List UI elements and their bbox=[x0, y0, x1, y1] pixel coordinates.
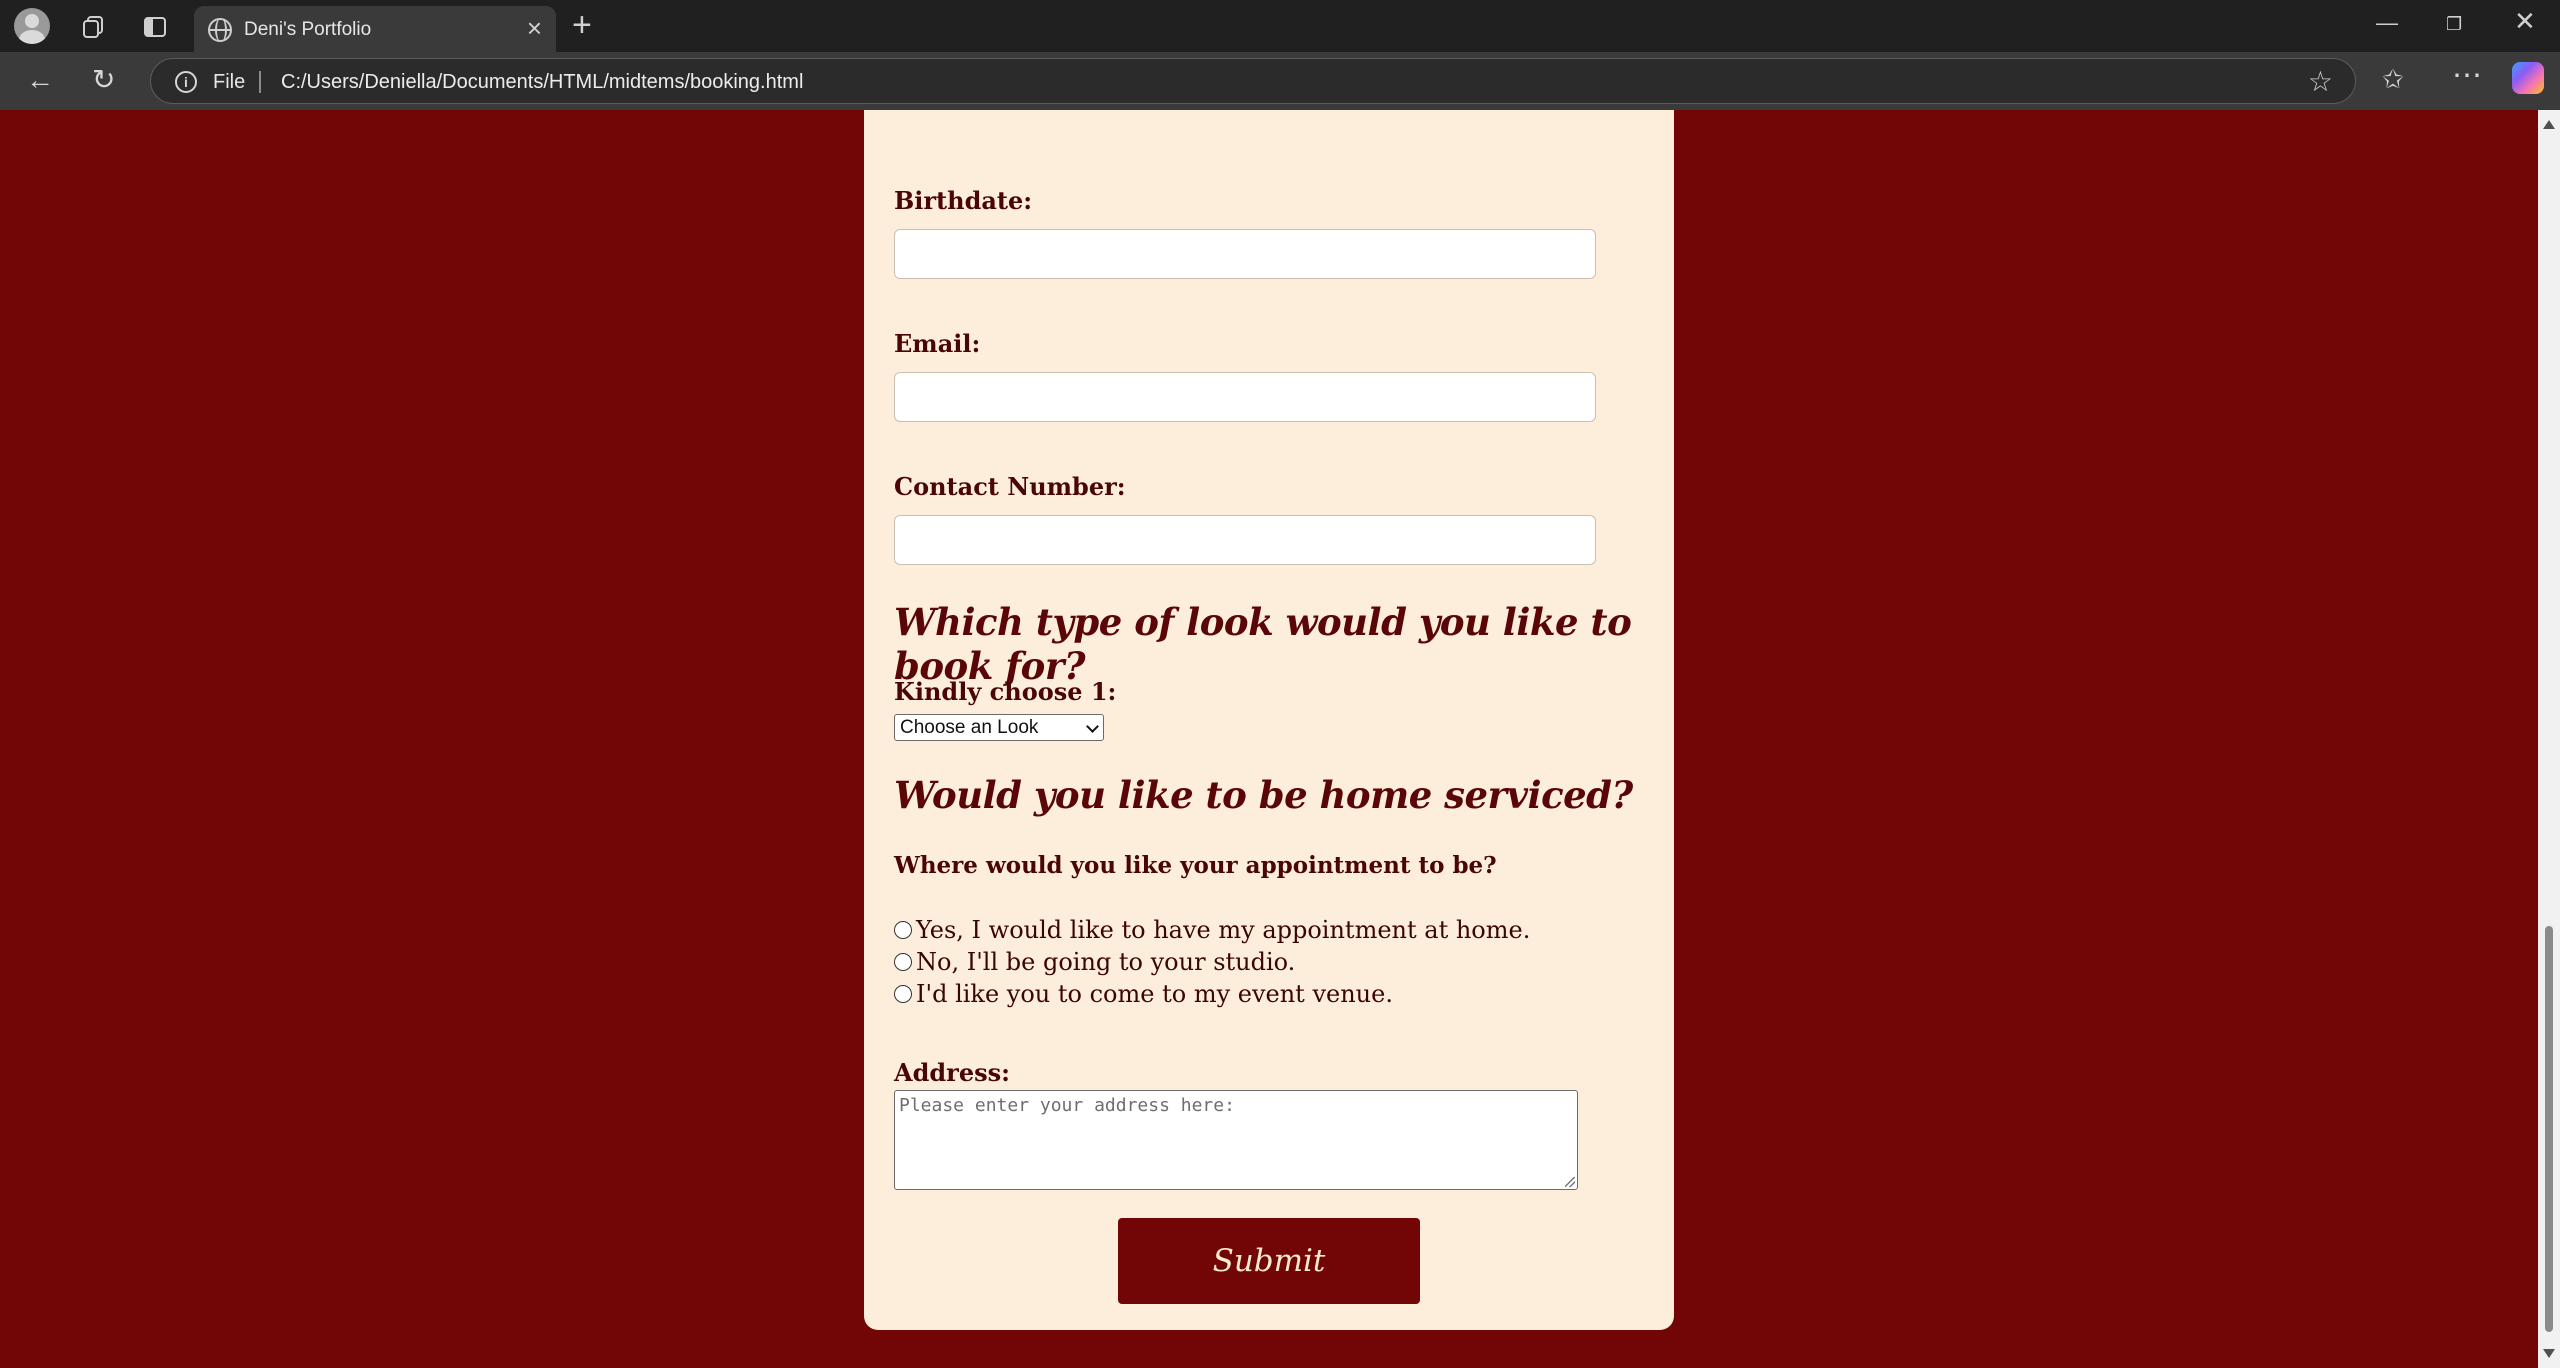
browser-toolbar: ← ↻ i File C:/Users/Deniella/Documents/H… bbox=[0, 52, 2560, 110]
home-service-heading: Would you like to be home serviced? bbox=[894, 773, 1633, 817]
address-bar[interactable]: i File C:/Users/Deniella/Documents/HTML/… bbox=[150, 58, 2356, 104]
scrollbar-thumb[interactable] bbox=[2545, 926, 2553, 1332]
email-input[interactable] bbox=[894, 372, 1596, 422]
info-icon[interactable]: i bbox=[175, 71, 197, 93]
minimize-icon[interactable]: — bbox=[2376, 10, 2398, 36]
radio-option-home[interactable]: Yes, I would like to have my appointment… bbox=[894, 916, 1530, 944]
browser-tab-bar: Deni's Portfolio × + — ❐ ✕ bbox=[0, 0, 2560, 52]
vertical-tabs-icon[interactable] bbox=[138, 10, 172, 44]
radio-label-home[interactable]: Yes, I would like to have my appointment… bbox=[916, 916, 1530, 944]
scroll-down-icon[interactable] bbox=[2543, 1349, 2555, 1358]
tab-title: Deni's Portfolio bbox=[244, 19, 372, 40]
refresh-icon[interactable]: ↻ bbox=[92, 64, 115, 96]
active-tab[interactable]: Deni's Portfolio × bbox=[194, 6, 556, 52]
back-icon[interactable]: ← bbox=[26, 64, 54, 96]
submit-label: Submit bbox=[1212, 1243, 1326, 1279]
radio-button[interactable] bbox=[894, 953, 912, 971]
radio-label-studio[interactable]: No, I'll be going to your studio. bbox=[916, 948, 1295, 976]
submit-button[interactable]: Submit bbox=[1118, 1218, 1420, 1304]
address-scheme: File bbox=[213, 71, 246, 93]
url-text[interactable]: C:/Users/Deniella/Documents/HTML/midtems… bbox=[281, 71, 803, 94]
radio-option-venue[interactable]: I'd like you to come to my event venue. bbox=[894, 980, 1393, 1008]
radio-button[interactable] bbox=[894, 985, 912, 1003]
new-tab-icon[interactable]: + bbox=[572, 6, 592, 45]
favorites-icon[interactable]: ✩ bbox=[2382, 64, 2404, 95]
address-textarea[interactable]: Please enter your address here: bbox=[894, 1090, 1578, 1190]
look-select-value: Choose an Look bbox=[900, 717, 1039, 738]
appointment-question: Where would you like your appointment to… bbox=[894, 852, 1497, 879]
address-placeholder: Please enter your address here: bbox=[899, 1095, 1235, 1116]
close-tab-icon[interactable]: × bbox=[527, 15, 542, 41]
restore-icon[interactable]: ❐ bbox=[2446, 14, 2462, 35]
address-divider bbox=[259, 71, 261, 93]
page-viewport: Birthdate: Email: Contact Number: Which … bbox=[0, 110, 2560, 1368]
copilot-icon[interactable] bbox=[2512, 62, 2544, 94]
radio-option-studio[interactable]: No, I'll be going to your studio. bbox=[894, 948, 1295, 976]
contact-number-label: Contact Number: bbox=[894, 472, 1126, 501]
look-heading: Which type of look would you like to boo… bbox=[894, 600, 1632, 688]
favorite-star-icon[interactable]: ☆ bbox=[2308, 65, 2333, 98]
look-select[interactable]: Choose an Look bbox=[894, 714, 1104, 741]
vertical-scrollbar[interactable] bbox=[2538, 110, 2560, 1368]
profile-avatar-icon[interactable] bbox=[14, 8, 50, 44]
close-window-icon[interactable]: ✕ bbox=[2514, 6, 2536, 37]
collections-icon[interactable] bbox=[76, 10, 110, 44]
resize-handle-icon[interactable] bbox=[1565, 1177, 1575, 1187]
radio-label-venue[interactable]: I'd like you to come to my event venue. bbox=[916, 980, 1393, 1008]
globe-icon bbox=[208, 18, 232, 42]
birthdate-label: Birthdate: bbox=[894, 186, 1033, 215]
radio-button[interactable] bbox=[894, 921, 912, 939]
more-options-icon[interactable]: ⋯ bbox=[2452, 58, 2482, 93]
contact-number-input[interactable] bbox=[894, 515, 1596, 565]
chevron-down-icon bbox=[1086, 720, 1099, 733]
address-label: Address: bbox=[894, 1058, 1010, 1087]
birthdate-input[interactable] bbox=[894, 229, 1596, 279]
scroll-up-icon[interactable] bbox=[2543, 120, 2555, 129]
booking-form-card: Birthdate: Email: Contact Number: Which … bbox=[864, 110, 1674, 1330]
kindly-choose-label: Kindly choose 1: bbox=[894, 677, 1117, 706]
email-label: Email: bbox=[894, 329, 981, 358]
